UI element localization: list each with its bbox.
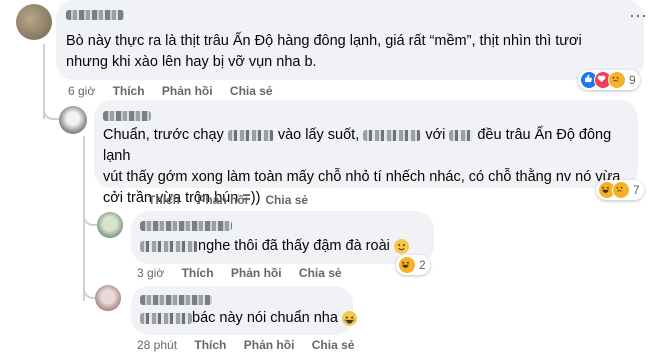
comment-actions: 6 giờ Thích Phản hồi Chia sẻ <box>68 84 287 98</box>
reply-button[interactable]: Phản hồi <box>244 338 295 352</box>
avatar[interactable] <box>95 285 121 311</box>
commenter-name[interactable] <box>140 295 212 305</box>
redacted-text <box>140 312 192 324</box>
sad-icon <box>608 71 626 89</box>
redacted-text <box>449 129 474 141</box>
reply-button[interactable]: Phản hồi <box>231 266 282 280</box>
redacted-text <box>227 129 274 141</box>
haha-icon <box>398 256 416 274</box>
timestamp[interactable]: 3 giờ <box>137 266 164 280</box>
commenter-name[interactable] <box>66 10 124 20</box>
like-button[interactable]: Thích <box>148 193 180 207</box>
reaction-summary[interactable]: 9 <box>578 70 640 90</box>
avatar[interactable] <box>97 212 123 238</box>
commenter-name[interactable] <box>140 221 232 231</box>
timestamp[interactable]: 28 phút <box>137 338 177 352</box>
comment-text: nghe thôi đã thấy đậm đà roài <box>140 236 435 257</box>
emoji-icon <box>393 238 409 254</box>
share-button[interactable]: Chia sẻ <box>230 84 273 98</box>
comment-actions: 3 giờ Thích Phản hồi Chia sẻ <box>137 266 356 280</box>
comment-bubble: Chuẩn, trước chạy vào lấy suốt, với đều … <box>94 100 638 206</box>
like-button[interactable]: Thích <box>182 266 214 280</box>
thread-line <box>43 102 59 120</box>
redacted-text <box>363 129 422 141</box>
comment-text: bác này nói chuẩn nha <box>140 308 357 329</box>
share-button[interactable]: Chia sẻ <box>265 193 308 207</box>
like-button[interactable]: Thích <box>194 338 226 352</box>
reaction-summary[interactable]: 2 <box>396 255 430 275</box>
comment-bubble: Bò này thực ra là thịt trâu Ấn Độ hàng đ… <box>56 0 644 80</box>
reaction-summary[interactable]: 7 <box>596 180 644 200</box>
comment-bubble: nghe thôi đã thấy đậm đà roài <box>131 211 434 264</box>
timestamp[interactable]: 6 giờ <box>68 84 95 98</box>
emoji-icon <box>341 310 357 326</box>
share-button[interactable]: Chia sẻ <box>312 338 355 352</box>
comment-bubble: bác này nói chuẩn nha <box>131 286 357 335</box>
commenter-name[interactable] <box>103 111 151 121</box>
avatar[interactable] <box>59 106 87 134</box>
comment-actions: Thích Phản hồi Chia sẻ <box>148 193 322 207</box>
more-options-icon[interactable]: ⋯ <box>629 6 648 27</box>
share-button[interactable]: Chia sẻ <box>299 266 342 280</box>
comment-actions: 28 phút Thích Phản hồi Chia sẻ <box>137 338 368 352</box>
reply-button[interactable]: Phản hồi <box>162 84 213 98</box>
redacted-text <box>140 240 198 252</box>
thread-line <box>83 208 97 226</box>
like-button[interactable]: Thích <box>113 84 145 98</box>
comment-text: Bò này thực ra là thịt trâu Ấn Độ hàng đ… <box>66 33 582 70</box>
avatar[interactable] <box>16 4 52 40</box>
reply-button[interactable]: Phản hồi <box>197 193 248 207</box>
sad-icon <box>612 181 630 199</box>
